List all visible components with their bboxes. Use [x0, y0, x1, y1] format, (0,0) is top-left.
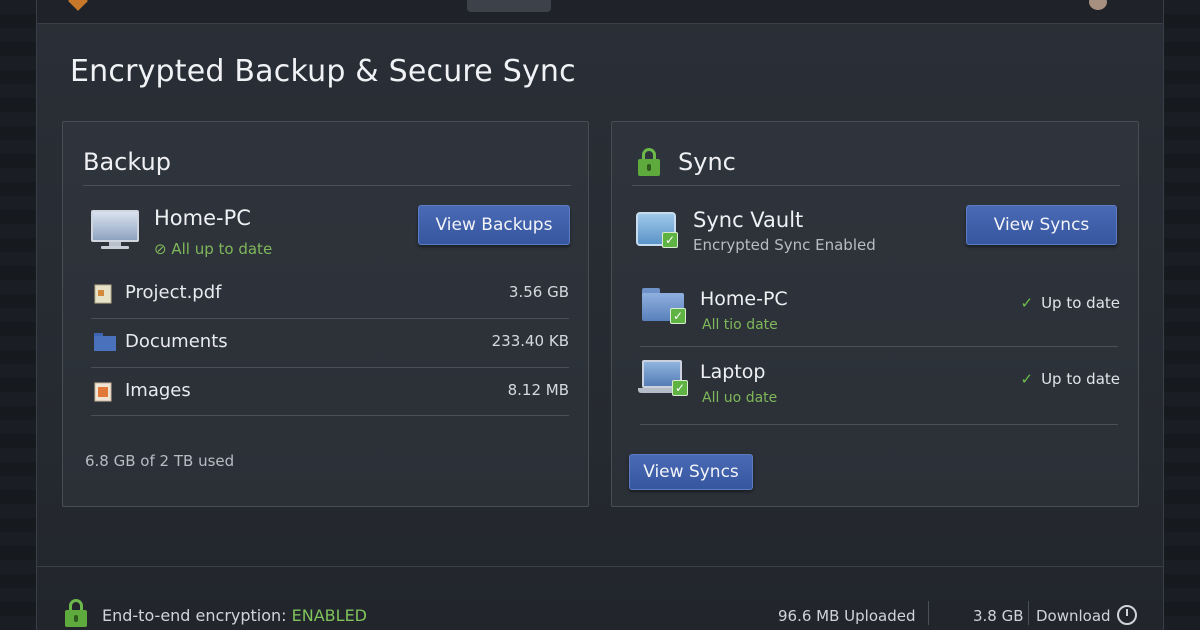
backup-device-status: ⊘ All up to date — [154, 240, 272, 258]
backup-panel-title: Backup — [83, 148, 171, 176]
image-file-icon — [94, 382, 112, 402]
sync-panel-title: Sync — [678, 148, 736, 176]
divider — [928, 601, 929, 625]
divider — [640, 346, 1118, 347]
background-code-left — [0, 0, 36, 630]
divider — [1028, 601, 1029, 625]
sync-device-name: Laptop — [700, 361, 766, 383]
list-item[interactable]: Images 8.12 MB — [91, 368, 569, 416]
clock-icon[interactable] — [1117, 605, 1137, 625]
background-code-right — [1164, 0, 1200, 630]
check-icon: ✓ — [1020, 294, 1034, 312]
top-bar — [37, 0, 1163, 24]
encryption-label: End-to-end encryption: — [102, 606, 287, 625]
avatar[interactable] — [1089, 0, 1107, 10]
storage-usage: 6.8 GB of 2 TB used — [85, 452, 235, 470]
sync-device-status-text: Up to date — [1041, 294, 1120, 312]
lock-icon — [638, 148, 660, 176]
monitor-icon — [91, 210, 139, 250]
view-syncs-bottom-button[interactable]: View Syncs — [629, 454, 753, 490]
file-name: Images — [125, 380, 191, 401]
download-size: 3.8 GB — [973, 607, 1024, 625]
status-bar: End-to-end encryption: ENABLED 96.6 MB U… — [37, 567, 1163, 630]
page-title: Encrypted Backup & Secure Sync — [70, 54, 576, 89]
app-window: Encrypted Backup & Secure Sync Backup Ho… — [36, 0, 1164, 630]
backup-device-status-text: All up to date — [171, 240, 273, 258]
sync-vault-icon: ✓ — [636, 212, 678, 248]
file-size: 233.40 KB — [491, 332, 569, 350]
divider — [632, 185, 1120, 186]
check-circle-icon: ⊘ — [154, 240, 167, 258]
folder-icon — [94, 333, 116, 351]
divider — [83, 185, 571, 186]
sync-device-status-text: Up to date — [1041, 370, 1120, 388]
check-icon: ✓ — [1020, 370, 1034, 388]
file-size: 8.12 MB — [507, 381, 569, 399]
file-size: 3.56 GB — [508, 283, 569, 301]
file-name: Documents — [125, 331, 228, 352]
sync-device-status: ✓ Up to date — [1021, 370, 1121, 388]
file-name: Project.pdf — [125, 282, 222, 303]
top-nav-tab[interactable] — [467, 0, 551, 12]
folder-icon: ✓ — [642, 288, 686, 324]
check-badge-icon: ✓ — [672, 380, 688, 396]
encryption-status: End-to-end encryption: ENABLED — [102, 606, 367, 625]
view-syncs-button[interactable]: View Syncs — [966, 205, 1117, 245]
sync-panel: Sync ✓ Sync Vault Encrypted Sync Enabled… — [611, 121, 1139, 507]
sync-vault-name: Sync Vault — [693, 208, 804, 232]
backup-device-name: Home-PC — [154, 206, 251, 230]
uploaded-stat: 96.6 MB Uploaded — [778, 607, 916, 625]
divider — [640, 424, 1118, 425]
sync-device-name: Home-PC — [700, 288, 788, 310]
sync-device-status: ✓ Up to date — [1021, 294, 1121, 312]
sync-vault-subtitle: Encrypted Sync Enabled — [693, 236, 876, 254]
pdf-file-icon — [94, 284, 112, 304]
download-label: Download — [1036, 607, 1111, 625]
sync-device-sub: All tio date — [702, 317, 778, 333]
view-backups-button[interactable]: View Backups — [418, 205, 570, 245]
check-badge-icon: ✓ — [670, 308, 686, 324]
app-logo-icon — [68, 0, 88, 11]
divider — [91, 415, 569, 416]
laptop-icon: ✓ — [638, 360, 688, 396]
list-item[interactable]: Project.pdf 3.56 GB — [91, 270, 569, 318]
lock-icon — [65, 599, 87, 627]
encryption-value: ENABLED — [291, 606, 367, 625]
sync-device-sub: All uo date — [702, 390, 778, 406]
list-item[interactable]: Documents 233.40 KB — [91, 319, 569, 367]
backup-panel: Backup Home-PC ⊘ All up to date View Bac… — [62, 121, 589, 507]
check-badge-icon: ✓ — [662, 232, 678, 248]
